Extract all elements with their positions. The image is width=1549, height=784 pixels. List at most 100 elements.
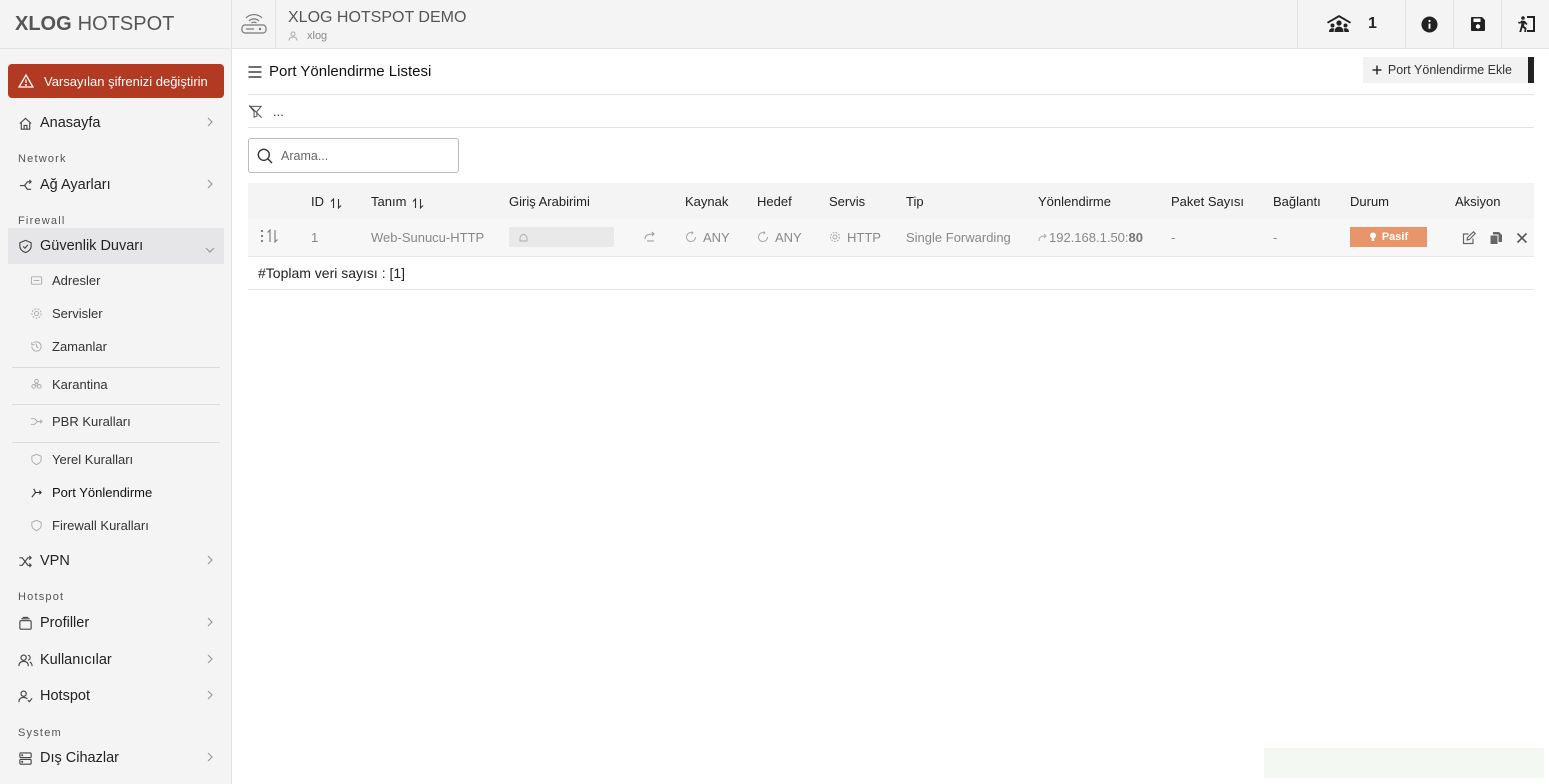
brand-logo[interactable]: XLOG HOTSPOT: [0, 0, 231, 49]
search-box[interactable]: [248, 138, 459, 173]
shield-icon: [30, 519, 43, 532]
col-name-label: Tanım: [371, 193, 407, 209]
profiles-icon: [18, 616, 33, 631]
sidebar-item-label: VPN: [40, 553, 70, 569]
sidebar-sub-port-forwarding[interactable]: Port Yönlendirme: [30, 477, 220, 507]
col-action: Aksiyon: [1455, 193, 1501, 209]
filter-bar[interactable]: ...: [248, 95, 1534, 128]
source-value: ANY: [703, 229, 730, 245]
page-title-text: Port Yönlendirme Listesi: [269, 63, 432, 80]
users-roof-icon: [1326, 14, 1352, 34]
sidebar-sub-label: Yerel Kuralları: [52, 451, 134, 467]
chevron-right-icon: [206, 116, 214, 128]
toast-notification: [1264, 748, 1544, 778]
sidebar-sub-label: Servisler: [52, 305, 103, 321]
user-check-icon: [18, 689, 33, 704]
sidebar-sub-times[interactable]: Zamanlar: [30, 331, 220, 361]
page-header: Port Yönlendirme Listesi Port Yönlendirm…: [248, 56, 1534, 95]
table-row[interactable]: 1 Web-Sunucu-HTTP ANY ANY HTTP Single Fo…: [248, 219, 1534, 257]
server-icon: [18, 751, 33, 766]
plus-icon: [1372, 65, 1382, 75]
history-icon: [30, 340, 43, 353]
col-source: Kaynak: [685, 193, 729, 209]
refresh-icon: [757, 230, 769, 243]
cell-interface: [509, 219, 685, 257]
biohazard-icon: [30, 378, 43, 391]
sidebar-sub-addresses[interactable]: Adresler: [30, 265, 220, 295]
route-icon: [30, 415, 43, 428]
table-header-row: ID Tanım Giriş Arabirimi Kaynak Hedef Se…: [248, 183, 1534, 219]
sidebar-item-vpn[interactable]: VPN: [8, 543, 224, 579]
interface-box: [509, 227, 614, 248]
col-type: Tip: [906, 193, 924, 209]
sidebar-sub-label: Port Yönlendirme: [52, 484, 153, 500]
sidebar-item-label: Profiller: [40, 615, 90, 631]
forward-port: 80: [1128, 229, 1143, 245]
sidebar-item-profiles[interactable]: Profiller: [8, 605, 224, 641]
save-button[interactable]: [1453, 0, 1501, 48]
chevron-right-icon: [206, 554, 214, 566]
alert-text: Varsayılan şifrenizi değiştirin: [44, 73, 208, 89]
col-service: Servis: [829, 193, 866, 209]
info-button[interactable]: [1405, 0, 1453, 48]
search-input[interactable]: [281, 148, 451, 163]
status-badge[interactable]: Pasif: [1350, 227, 1427, 248]
destination-value: ANY: [775, 229, 802, 245]
forward-arrow-icon: [644, 230, 656, 245]
sidebar-sub-label: Firewall Kuralları: [52, 517, 149, 533]
sidebar-sub-label: Karantina: [52, 376, 108, 392]
door-exit-icon: [1516, 15, 1536, 33]
sidebar-item-hotspot[interactable]: Hotspot: [8, 678, 224, 714]
shield-icon: [30, 453, 43, 466]
col-status: Durum: [1350, 193, 1390, 209]
sidebar-item-users[interactable]: Kullanıcılar: [8, 642, 224, 678]
cell-name: Web-Sunucu-HTTP: [371, 219, 509, 257]
col-destination: Hedef: [757, 193, 792, 209]
sidebar-sub-firewall-rules[interactable]: Firewall Kuralları: [30, 510, 220, 540]
drag-handle[interactable]: [248, 219, 311, 257]
logout-button[interactable]: [1501, 0, 1549, 48]
col-interface: Giriş Arabirimi: [509, 193, 590, 209]
shuffle-icon: [18, 554, 33, 569]
sidebar-sub-local-rules[interactable]: Yerel Kuralları: [30, 444, 220, 474]
col-drag: [248, 183, 311, 219]
change-password-alert[interactable]: Varsayılan şifrenizi değiştirin: [8, 64, 224, 98]
cell-destination: ANY: [757, 219, 829, 257]
gear-icon: [829, 231, 841, 243]
sidebar-item-home[interactable]: Anasayfa: [8, 105, 224, 141]
app-title: XLOG HOTSPOT DEMO: [288, 9, 467, 26]
app-subtitle-text: xlog: [307, 30, 328, 42]
sidebar-sub-quarantine[interactable]: Karantina: [30, 369, 220, 399]
sidebar-sub-pbr[interactable]: PBR Kuralları: [30, 406, 220, 436]
users-icon: [18, 653, 33, 668]
user-icon: [288, 31, 300, 41]
section-network: Network: [18, 153, 67, 165]
sidebar-item-external-devices[interactable]: Dış Cihazlar: [8, 740, 224, 776]
online-users-button[interactable]: 1: [1297, 0, 1405, 48]
col-id[interactable]: ID: [311, 183, 371, 219]
filter-text: ...: [273, 103, 284, 119]
sidebar-item-network-settings[interactable]: Ağ Ayarları: [8, 167, 224, 203]
sidebar-item-label: Güvenlik Duvarı: [40, 238, 144, 254]
chevron-right-icon: [206, 653, 214, 665]
divider: [12, 367, 220, 368]
sidebar-item-firewall[interactable]: Güvenlik Duvarı: [8, 228, 224, 264]
home-icon: [18, 116, 33, 131]
add-port-forwarding-button[interactable]: Port Yönlendirme Ekle: [1362, 57, 1534, 83]
gear-icon: [30, 307, 43, 320]
chevron-right-icon: [206, 689, 214, 701]
chevron-down-icon: [204, 242, 216, 253]
sidebar-sub-label: Adresler: [52, 272, 101, 288]
cell-packets: -: [1171, 219, 1273, 257]
add-button-label: Port Yönlendirme Ekle: [1387, 63, 1512, 77]
lightbulb-icon: [1369, 232, 1377, 242]
col-connection: Bağlantı: [1273, 193, 1321, 209]
sidebar-sub-services[interactable]: Servisler: [30, 298, 220, 328]
delete-icon[interactable]: [1515, 231, 1529, 245]
col-name[interactable]: Tanım: [371, 183, 509, 219]
edit-icon[interactable]: [1462, 231, 1476, 245]
menu-icon[interactable]: [248, 65, 262, 78]
sort-icon: [330, 197, 342, 209]
copy-icon[interactable]: [1489, 231, 1503, 246]
chevron-right-icon: [206, 178, 214, 190]
